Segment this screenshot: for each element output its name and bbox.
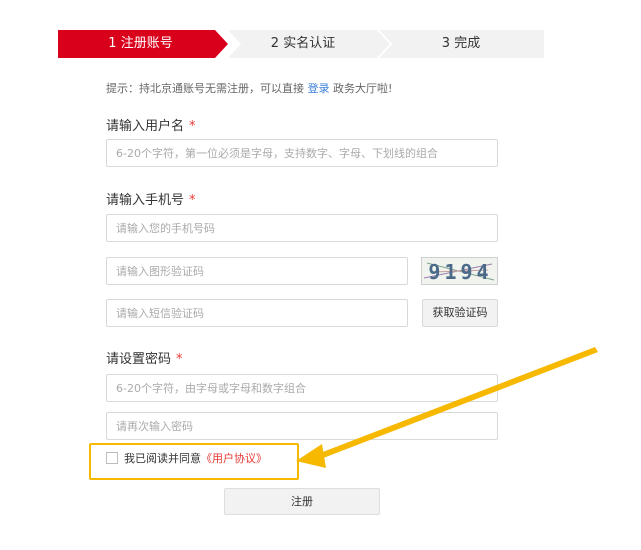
annotation-arrow [296, 347, 598, 468]
register-button[interactable]: 注册 [224, 488, 380, 515]
